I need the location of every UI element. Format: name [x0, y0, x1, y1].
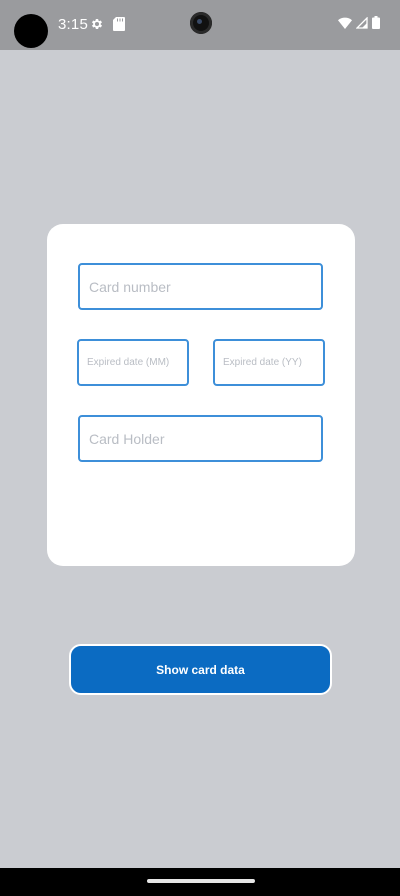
battery-icon: [372, 16, 380, 29]
profile-dot-icon: [14, 14, 48, 48]
show-card-data-button[interactable]: Show card data: [69, 644, 332, 695]
card-form-panel: [47, 224, 355, 566]
settings-gear-icon: [91, 18, 103, 30]
expired-year-input[interactable]: [213, 339, 325, 386]
wifi-icon: [338, 17, 352, 29]
card-holder-input[interactable]: [78, 415, 323, 462]
status-icons: [338, 16, 380, 29]
cell-signal-icon: [356, 16, 368, 29]
front-camera-icon: [190, 12, 212, 34]
status-time: 3:15: [58, 16, 88, 33]
expired-month-input[interactable]: [77, 339, 189, 386]
home-indicator[interactable]: [147, 879, 255, 883]
navigation-bar: [0, 868, 400, 896]
sd-card-icon: [113, 17, 125, 31]
card-number-input[interactable]: [78, 263, 323, 310]
status-bar: 3:15: [0, 0, 400, 50]
app-screen: 3:15 Show: [0, 0, 400, 896]
